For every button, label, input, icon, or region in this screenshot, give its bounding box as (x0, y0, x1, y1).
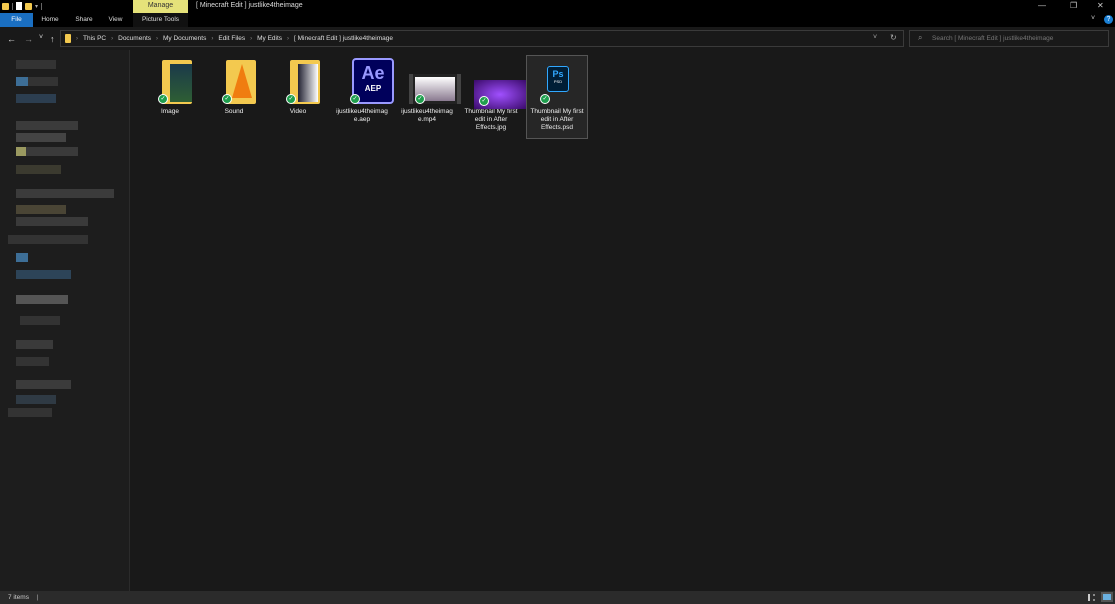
tab-file[interactable]: File (0, 13, 33, 27)
chevron-right-icon: › (76, 35, 78, 42)
folder-video[interactable]: ✓ Video (268, 56, 328, 116)
close-button[interactable]: ✕ (1097, 1, 1104, 10)
address-dropdown-button[interactable]: ˅ (873, 34, 877, 41)
tab-picture-tools[interactable]: Picture Tools (133, 13, 188, 27)
file-mp4[interactable]: ✓ ijustlikeu4theimage.mp4 (397, 56, 461, 124)
breadcrumb-my-edits[interactable]: My Edits (257, 35, 282, 42)
item-count: 7 items (8, 594, 29, 601)
navigation-pane[interactable] (0, 50, 130, 591)
breadcrumb-edit-files[interactable]: Edit Files (218, 35, 245, 42)
up-button[interactable]: ↑ (50, 34, 55, 44)
refresh-button[interactable]: ↻ (890, 33, 897, 42)
folder-sound[interactable]: ✓ Sound (204, 56, 264, 116)
tab-home[interactable]: Home (36, 13, 64, 27)
properties-icon[interactable] (16, 2, 22, 10)
file-psd[interactable]: Ps PSD ✓ Thumbnail My first edit in After … (526, 55, 588, 139)
back-button[interactable]: ← (7, 34, 16, 44)
tab-manage[interactable]: Manage (133, 0, 188, 13)
file-list[interactable]: ✓ Image ✓ Sound ✓ Video Ae AEP ✓ ijustlike… (131, 50, 1115, 591)
large-icons-view-button[interactable] (1101, 592, 1113, 602)
forward-button[interactable]: → (24, 34, 33, 44)
search-icon: ⌕ (918, 33, 923, 42)
minimize-button[interactable]: — (1038, 1, 1046, 10)
new-folder-icon[interactable] (25, 2, 32, 10)
folder-icon (2, 2, 9, 10)
recent-locations-button[interactable]: ˅ (39, 34, 43, 41)
search-input[interactable]: Search [ Minecraft Edit ] justlike4theim… (909, 30, 1109, 47)
breadcrumb-this-pc[interactable]: This PC (83, 35, 106, 42)
file-jpg[interactable]: ✓ Thumbnail My first edit in After Effec… (461, 56, 526, 132)
vlc-icon (232, 64, 252, 98)
sync-check-icon: ✓ (158, 94, 168, 104)
breadcrumb-documents[interactable]: Documents (118, 35, 151, 42)
title-bar: ▾ Manage [ Minecraft Edit ] justlike4the… (0, 0, 1115, 13)
folder-image[interactable]: ✓ Image (140, 56, 200, 116)
photoshop-icon: Ps PSD (547, 66, 569, 92)
folder-icon (65, 34, 71, 43)
tab-share[interactable]: Share (70, 13, 98, 27)
breadcrumb-current[interactable]: [ Minecraft Edit ] justlike4theimage (294, 35, 393, 42)
ribbon-tabs: File Home Share View Picture Tools ˅ ? (0, 13, 1115, 27)
maximize-button[interactable]: ❐ (1070, 1, 1077, 10)
file-aep[interactable]: Ae AEP ✓ ijustlikeu4theimage.aep (332, 56, 394, 124)
customize-toolbar-icon[interactable]: ▾ (35, 3, 38, 10)
window-title: [ Minecraft Edit ] justlike4theimage (196, 2, 303, 9)
status-bar: 7 items | (0, 591, 1115, 604)
expand-ribbon-icon[interactable]: ˅ (1091, 15, 1095, 22)
address-bar[interactable]: › This PC › Documents › My Documents › Edit… (60, 30, 904, 47)
details-view-button[interactable] (1088, 594, 1095, 601)
quick-access-toolbar: ▾ (2, 2, 43, 10)
help-icon[interactable]: ? (1104, 15, 1113, 24)
breadcrumb-my-documents[interactable]: My Documents (163, 35, 206, 42)
tab-view[interactable]: View (103, 13, 128, 27)
